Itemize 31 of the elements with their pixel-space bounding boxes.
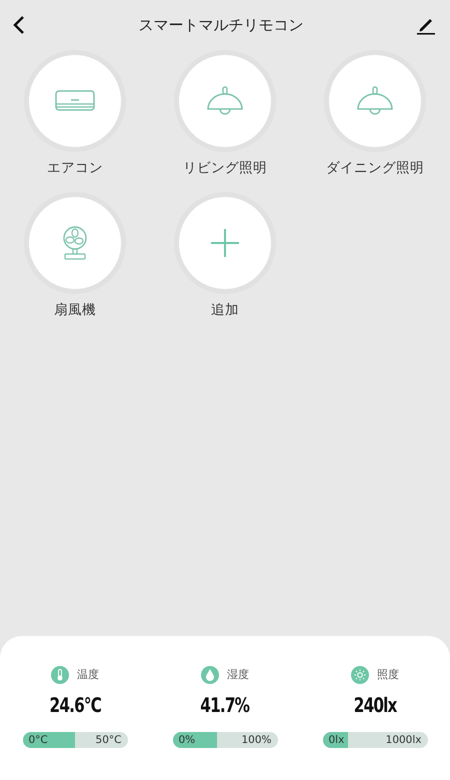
sensor-value: 24.6°C: [49, 692, 101, 719]
sun-icon: [351, 666, 369, 684]
range-min: 0°C: [28, 733, 49, 748]
device-button[interactable]: [29, 55, 121, 147]
device-button[interactable]: [179, 197, 271, 290]
device-label: ダイニング照明: [326, 159, 424, 178]
sensor-label: 温度: [77, 666, 99, 683]
sensor-value: 41.7%: [200, 692, 250, 719]
device-label: 追加: [211, 301, 239, 320]
lamp-icon: [206, 86, 244, 116]
range-min: 0lx: [328, 733, 346, 748]
thermometer-icon: [51, 666, 69, 684]
aircon-icon: [55, 90, 95, 112]
sensor-label: 湿度: [227, 666, 249, 683]
sensor-value: 240lx: [354, 692, 396, 719]
device-button[interactable]: [329, 55, 421, 147]
range-max: 1000lx: [384, 733, 422, 748]
device-button[interactable]: [179, 55, 271, 147]
device-label: 扇風機: [54, 301, 96, 320]
sensor-label: 照度: [377, 666, 399, 683]
device-label: リビング照明: [183, 159, 267, 178]
device-label: エアコン: [47, 159, 103, 178]
range-max: 100%: [240, 733, 272, 748]
device-button[interactable]: [29, 197, 121, 290]
back-icon[interactable]: [12, 15, 26, 35]
droplet-icon: [201, 666, 219, 684]
plus-icon: [210, 228, 240, 258]
range-max: 50°C: [94, 733, 122, 748]
lamp-icon: [356, 86, 394, 116]
page-title: スマートマルチリモコン: [138, 14, 304, 36]
range-min: 0%: [178, 733, 196, 748]
